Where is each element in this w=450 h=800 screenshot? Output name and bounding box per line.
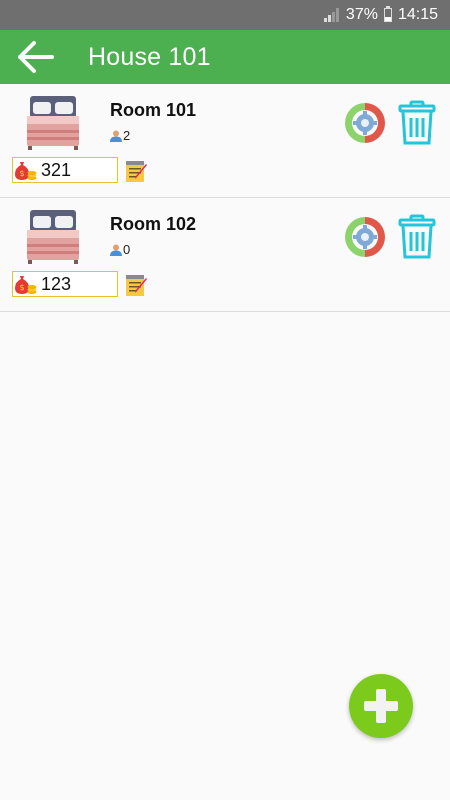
battery-icon — [383, 6, 392, 22]
price-value: 321 — [41, 159, 72, 180]
person-icon — [110, 244, 122, 256]
trash-icon[interactable] — [398, 214, 436, 260]
person-icon — [110, 130, 122, 142]
room-name: Room 102 — [110, 214, 197, 234]
svg-text:$: $ — [19, 283, 24, 292]
room-list: Room 101 2 $ 321 Room 102 0 $ 123 — [0, 84, 450, 312]
clock: 14:15 — [397, 6, 438, 23]
occupancy: 0 — [110, 242, 130, 257]
page-title: House 101 — [88, 42, 211, 71]
bed-icon — [27, 96, 79, 150]
signal-icon — [323, 8, 340, 22]
status-bar: 37% 14:15 — [0, 0, 450, 30]
app-bar: House 101 — [0, 30, 450, 84]
price-field[interactable]: $ 123 — [12, 271, 118, 297]
trash-icon[interactable] — [398, 100, 436, 146]
notepad-edit-icon[interactable] — [125, 159, 149, 183]
refresh-gear-icon[interactable] — [342, 214, 388, 260]
add-room-button[interactable] — [349, 674, 413, 738]
price-value: 123 — [41, 273, 72, 294]
occupant-count: 0 — [123, 242, 131, 257]
money-bag-icon: $ — [15, 276, 37, 294]
money-bag-icon: $ — [15, 162, 37, 180]
notepad-edit-icon[interactable] — [125, 273, 149, 297]
occupant-count: 2 — [123, 128, 131, 143]
price-field[interactable]: $ 321 — [12, 157, 118, 183]
room-name: Room 101 — [110, 100, 197, 120]
room-card[interactable]: Room 102 0 $ 123 — [0, 198, 450, 312]
room-card[interactable]: Room 101 2 $ 321 — [0, 84, 450, 198]
svg-text:$: $ — [19, 169, 24, 178]
arrow-left-icon — [18, 41, 54, 73]
bed-icon — [27, 210, 79, 264]
back-button[interactable] — [0, 30, 70, 84]
battery-percent: 37% — [345, 6, 378, 23]
occupancy: 2 — [110, 128, 130, 143]
plus-icon — [364, 689, 398, 723]
refresh-gear-icon[interactable] — [342, 100, 388, 146]
